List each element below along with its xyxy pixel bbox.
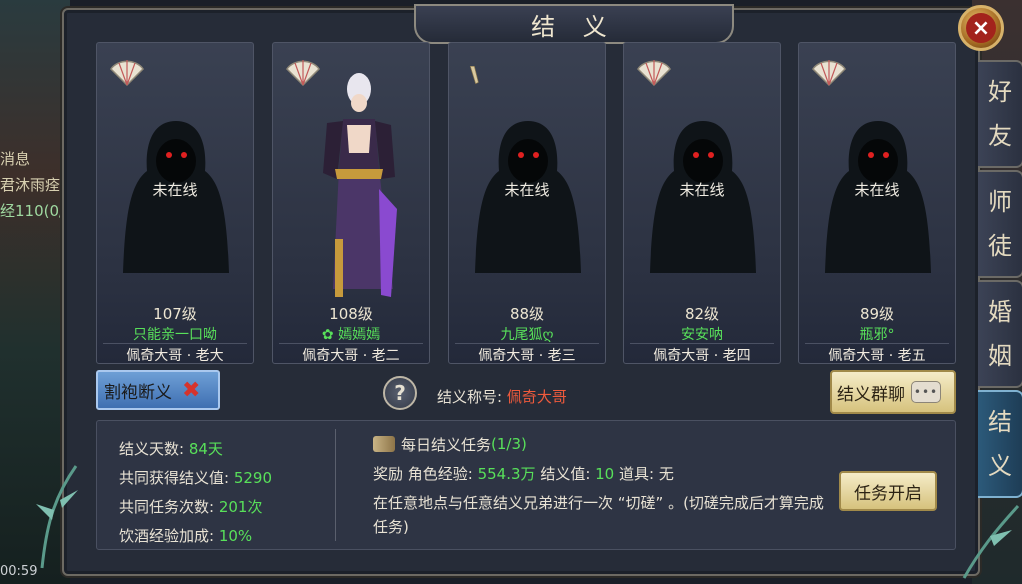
- break-brotherhood-button[interactable]: 割袍断义 ✖: [96, 370, 220, 410]
- member-card[interactable]: 未在线 89级 瓶邪° 佩奇大哥 · 老五: [798, 42, 956, 364]
- break-brotherhood-label: 割袍断义: [104, 382, 172, 403]
- tab-label: 结: [988, 408, 1012, 436]
- task-title: 每日结义任务: [401, 435, 492, 454]
- help-icon[interactable]: ?: [383, 376, 417, 410]
- cross-icon: ✖: [182, 377, 201, 403]
- member-name: ✿ 嫣嫣嫣: [321, 327, 381, 343]
- member-name: 安安呐: [681, 327, 723, 343]
- member-rank: 佩奇大哥 · 老五: [828, 348, 926, 364]
- reward-value: 10: [595, 465, 615, 483]
- stat-key: 共同任务次数:: [119, 498, 219, 516]
- tab-label: 义: [988, 452, 1012, 480]
- task-reward: 奖励 角色经验: 554.3万 结义值: 10 道具: 无: [373, 463, 843, 484]
- member-rank: 佩奇大哥 · 老四: [653, 348, 751, 364]
- title-plate: 结 义: [414, 4, 734, 44]
- sword-icon: [469, 66, 479, 85]
- tab-friends[interactable]: 好 友: [978, 60, 1022, 168]
- tab-label: 友: [988, 122, 1012, 150]
- group-chat-label: 结义群聊: [837, 384, 905, 405]
- task-progress: (1/3): [491, 435, 527, 453]
- stat-value: 10%: [218, 527, 253, 545]
- divider: [335, 429, 336, 541]
- stat-row: 共同获得结义值: 5290: [119, 464, 272, 493]
- bamboo-decoration: [36, 465, 78, 569]
- divider: [455, 343, 599, 344]
- brotherhood-title-value: 佩奇大哥: [506, 388, 567, 406]
- stat-value: 84天: [188, 440, 223, 458]
- group-chat-button[interactable]: 结义群聊 •••: [830, 370, 956, 414]
- member-name: 只能亲一口呦: [133, 327, 217, 343]
- stats-list: 结义天数: 84天 共同获得结义值: 5290 共同任务次数: 201次 饮酒经…: [119, 435, 272, 551]
- tab-sworn-brotherhood[interactable]: 结 义: [978, 390, 1022, 498]
- member-level: 89级: [859, 305, 895, 323]
- member-level: 107级: [153, 305, 197, 323]
- member-rank: 佩奇大哥 · 老三: [478, 348, 576, 364]
- member-rank: 佩奇大哥 · 老二: [302, 348, 400, 364]
- divider: [630, 343, 774, 344]
- brotherhood-title: 结义称号: 佩奇大哥: [437, 386, 567, 407]
- character-avatar: [323, 73, 397, 297]
- divider: [103, 343, 247, 344]
- tab-marriage[interactable]: 婚 姻: [978, 280, 1022, 388]
- close-icon: ×: [966, 13, 996, 43]
- task-heading: 每日结义任务 (1/3): [373, 433, 843, 455]
- task-description: 在任意地点与任意结义兄弟进行一次 “切磋” 。(切磋完成后才算完成任务): [373, 494, 824, 536]
- reward-tail: 道具: 无: [614, 465, 674, 483]
- member-name: 瓶邪°: [859, 327, 895, 343]
- brotherhood-title-key: 结义称号:: [437, 388, 503, 406]
- tab-label: 姻: [988, 342, 1012, 370]
- scene-text: 君沐雨痊: [0, 176, 61, 194]
- side-tab-bar: 好 友 师 徒 婚 姻 结 义: [978, 60, 1022, 500]
- scene-text: 消息: [0, 150, 31, 168]
- member-card[interactable]: 未在线 88级 九尾狐ღ 佩奇大哥 · 老三: [448, 42, 606, 364]
- fan-icon: [812, 60, 846, 87]
- reward-exp: 554.3万: [477, 465, 536, 483]
- fan-icon: [110, 60, 144, 87]
- offline-status: 未在线: [679, 181, 725, 199]
- member-card[interactable]: 未在线 107级 只能亲一口呦 佩奇大哥 · 老大: [96, 42, 254, 364]
- stat-key: 共同获得结义值:: [119, 469, 234, 487]
- tab-label: 好: [988, 78, 1012, 106]
- tab-label: 师: [988, 188, 1012, 216]
- tab-mentorship[interactable]: 师 徒: [978, 170, 1022, 278]
- close-button[interactable]: ×: [958, 5, 1004, 51]
- clock-time: 00:59: [0, 564, 38, 579]
- daily-task: 每日结义任务 (1/3) 奖励 角色经验: 554.3万 结义值: 10 道具: …: [373, 433, 843, 539]
- reward-label: 奖励 角色经验:: [373, 465, 478, 483]
- stat-key: 饮酒经验加成:: [119, 527, 219, 545]
- divider: [805, 343, 949, 344]
- stat-key: 结义天数:: [119, 440, 189, 458]
- stat-value: 5290: [233, 469, 273, 487]
- reward-mid: 结义值:: [535, 465, 596, 483]
- chat-bubble-icon: •••: [911, 381, 941, 403]
- member-card[interactable]: 108级 ✿ 嫣嫣嫣 佩奇大哥 · 老二: [272, 42, 430, 364]
- bamboo-decoration: [962, 504, 1020, 579]
- stat-row: 共同任务次数: 201次: [119, 493, 272, 522]
- member-card[interactable]: 未在线 82级 安安呐 佩奇大哥 · 老四: [623, 42, 781, 364]
- panel-title: 结 义: [531, 12, 617, 41]
- tab-label: 婚: [988, 298, 1012, 326]
- offline-status: 未在线: [504, 181, 550, 199]
- member-rank: 佩奇大哥 · 老大: [126, 348, 224, 364]
- member-level: 88级: [509, 305, 545, 323]
- offline-status: 未在线: [854, 181, 900, 199]
- tab-label: 徒: [988, 232, 1012, 260]
- scroll-icon: [373, 436, 395, 452]
- info-panel: 结义天数: 84天 共同获得结义值: 5290 共同任务次数: 201次 饮酒经…: [96, 420, 956, 550]
- member-name: 九尾狐ღ: [500, 327, 554, 343]
- stat-value: 201次: [218, 498, 263, 516]
- stat-row: 饮酒经验加成: 10%: [119, 522, 272, 551]
- start-task-button[interactable]: 任务开启: [839, 471, 937, 511]
- member-level: 82级: [684, 305, 720, 323]
- offline-status: 未在线: [152, 181, 198, 199]
- divider: [279, 343, 423, 344]
- stat-row: 结义天数: 84天: [119, 435, 272, 464]
- member-level: 108级: [329, 305, 373, 323]
- fan-icon: [637, 60, 671, 87]
